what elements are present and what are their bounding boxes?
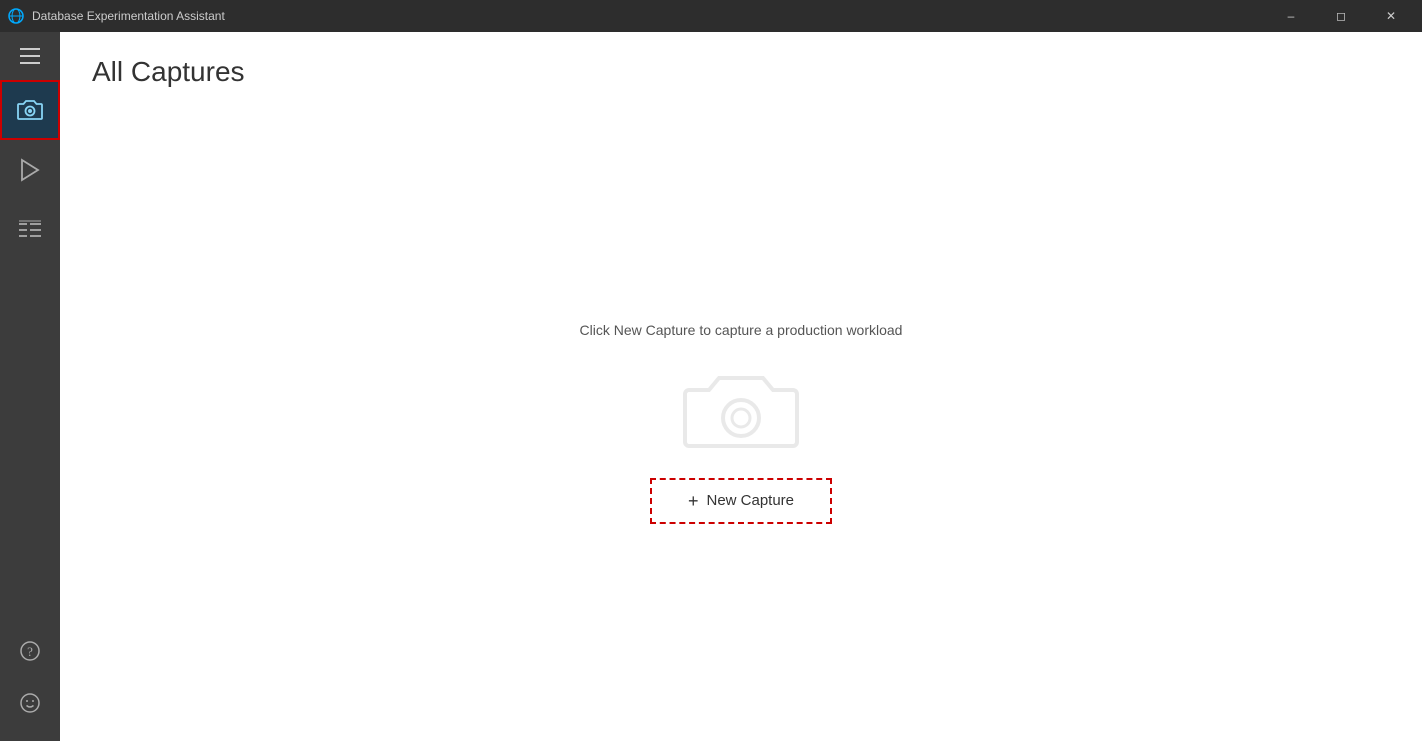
sidebar-item-analysis[interactable]: [0, 200, 60, 260]
sidebar-item-help[interactable]: ?: [0, 625, 60, 677]
maximize-button[interactable]: ◻: [1318, 0, 1364, 32]
main-layout: ? All Captures Click New Capture to capt…: [0, 32, 1422, 741]
smiley-icon: [20, 693, 40, 713]
sidebar-item-feedback[interactable]: [0, 677, 60, 729]
help-icon: ?: [20, 641, 40, 661]
page-title: All Captures: [92, 56, 1390, 88]
window-controls: – ◻ ✕: [1268, 0, 1414, 32]
close-button[interactable]: ✕: [1368, 0, 1414, 32]
sidebar-item-capture[interactable]: [0, 80, 60, 140]
app-icon: [8, 8, 24, 24]
svg-text:?: ?: [27, 644, 33, 659]
content-header: All Captures: [60, 32, 1422, 104]
camera-illustration: [681, 358, 801, 458]
play-icon: [20, 158, 40, 182]
new-capture-label: New Capture: [706, 492, 794, 509]
app-title: Database Experimentation Assistant: [32, 9, 225, 23]
sidebar-item-replay[interactable]: [0, 140, 60, 200]
content-area: All Captures Click New Capture to captur…: [60, 32, 1422, 741]
sidebar-nav: [0, 80, 60, 625]
hamburger-menu-button[interactable]: [0, 32, 60, 80]
list-icon: [19, 220, 41, 240]
empty-state-text: Click New Capture to capture a productio…: [580, 322, 903, 338]
hamburger-icon: [20, 48, 40, 64]
new-capture-button[interactable]: + New Capture: [650, 478, 832, 524]
sidebar-bottom: ?: [0, 625, 60, 741]
title-bar: Database Experimentation Assistant – ◻ ✕: [0, 0, 1422, 32]
minimize-button[interactable]: –: [1268, 0, 1314, 32]
sidebar: ?: [0, 32, 60, 741]
camera-icon: [17, 99, 43, 121]
title-bar-left: Database Experimentation Assistant: [8, 8, 225, 24]
content-main: Click New Capture to capture a productio…: [60, 104, 1422, 741]
plus-icon: +: [688, 492, 699, 510]
